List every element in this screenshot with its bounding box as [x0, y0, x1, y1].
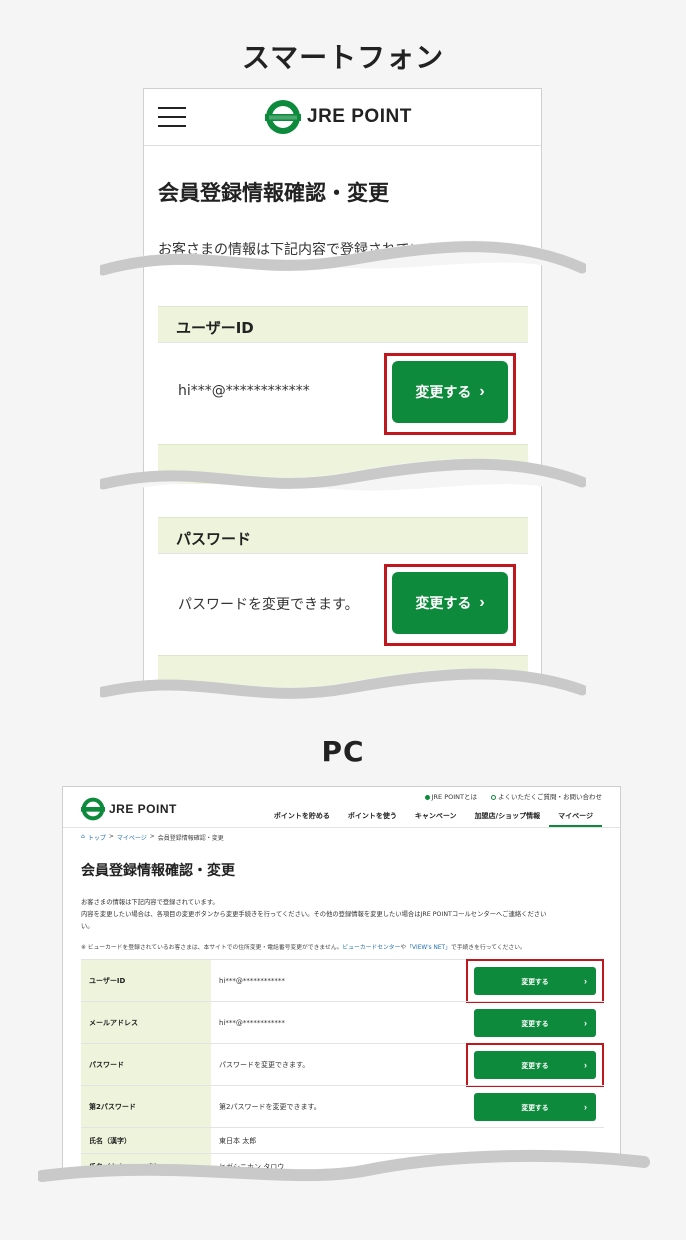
jre-mini-icon	[424, 794, 430, 800]
chevron-right-icon: ›	[584, 1102, 587, 1112]
description-line: 内容を変更したい場合は、各項目の変更ボタンから変更手続きを行ってください。その他…	[81, 911, 547, 918]
util-link-faq[interactable]: よくいただくご質問・お問い合わせ	[491, 791, 602, 801]
nav-earn-points[interactable]: ポイントを貯める	[265, 811, 339, 827]
faq-icon	[491, 794, 496, 800]
breadcrumb-current: 会員登録情報確認・変更	[157, 835, 224, 842]
cut-wave-decoration	[100, 668, 586, 710]
smartphone-mockup: JRE POINT 会員登録情報確認・変更 お客さまの情報は下記内容で登録されて…	[143, 88, 542, 698]
row-user-id: hi***@************ 変更する ›	[158, 342, 528, 442]
row-label: メールアドレス	[81, 1002, 211, 1043]
header: JRE POINT	[144, 89, 541, 146]
jre-logo-icon	[81, 797, 105, 821]
cut-wave-decoration	[100, 240, 586, 276]
util-link-about[interactable]: JRE POINTとは	[424, 791, 477, 801]
jre-point-logo[interactable]: JRE POINT	[265, 99, 412, 135]
row-label-user-id: ユーザーID	[158, 306, 528, 342]
row-label: ユーザーID	[81, 960, 211, 1001]
user-id-value: hi***@************	[178, 383, 310, 399]
jre-point-logo[interactable]: JRE POINT	[81, 797, 177, 821]
nav-shops[interactable]: 加盟店/ショップ情報	[466, 811, 550, 827]
logo-text: JRE POINT	[307, 106, 412, 127]
pc-heading: PC	[321, 735, 365, 768]
highlight-box	[466, 1043, 604, 1087]
highlight-box	[466, 959, 604, 1003]
nav-use-points[interactable]: ポイントを使う	[339, 811, 406, 827]
pc-mockup: JRE POINTとは よくいただくご質問・お問い合わせ JRE POINT ポ…	[62, 786, 621, 1176]
description-line: い。	[81, 923, 94, 930]
highlight-box	[384, 564, 516, 646]
breadcrumb: ⌂ トップ > マイページ > 会員登録情報確認・変更	[81, 833, 224, 842]
breadcrumb-mypage[interactable]: マイページ	[117, 833, 147, 842]
table-row: 第2パスワード 第2パスワードを変更できます。 変更する ›	[81, 1085, 604, 1127]
breadcrumb-top[interactable]: トップ	[88, 833, 106, 842]
row-label: 第2パスワード	[81, 1086, 211, 1127]
table-row: パスワード パスワードを変更できます。 変更する ›	[81, 1043, 604, 1087]
smartphone-heading: スマートフォン	[241, 41, 445, 74]
breadcrumb-separator: >	[149, 833, 155, 840]
link-views-net[interactable]: 「VIEW's NET」	[406, 945, 451, 951]
password-value: パスワードを変更できます。	[178, 597, 359, 613]
global-nav: ポイントを貯める ポイントを使う キャンペーン 加盟店/ショップ情報 マイページ	[265, 811, 602, 827]
chevron-right-icon: ›	[584, 1018, 587, 1028]
jre-logo-icon	[265, 100, 301, 134]
hamburger-menu-icon[interactable]	[158, 107, 186, 127]
logo-text: JRE POINT	[109, 802, 177, 816]
utility-links: JRE POINTとは よくいただくご質問・お問い合わせ	[424, 791, 602, 801]
row-password: パスワードを変更できます。 変更する ›	[158, 553, 528, 653]
home-icon[interactable]: ⌂	[81, 833, 85, 842]
divider	[63, 827, 620, 828]
breadcrumb-separator: >	[108, 833, 114, 840]
table-row: ユーザーID hi***@************ 変更する ›	[81, 959, 604, 1003]
cut-wave-decoration	[100, 458, 586, 496]
cut-wave-decoration	[38, 1149, 650, 1208]
table-row: メールアドレス hi***@************ 変更する ›	[81, 1001, 604, 1043]
row-label-password: パスワード	[158, 517, 528, 553]
highlight-box	[384, 353, 516, 435]
change-email-button[interactable]: 変更する ›	[474, 1009, 596, 1037]
description-line: お客さまの情報は下記内容で登録されています。	[81, 899, 219, 906]
page-title: 会員登録情報確認・変更	[158, 181, 389, 205]
view-card-note: ※ ビューカードを登録されているお客さまは、本サイトでの住所変更・電話番号変更が…	[81, 945, 526, 951]
nav-campaign[interactable]: キャンペーン	[406, 811, 466, 827]
change-second-password-button[interactable]: 変更する ›	[474, 1093, 596, 1121]
page-title: 会員登録情報確認・変更	[81, 863, 235, 879]
link-view-card-center[interactable]: ビューカードセンター	[342, 945, 400, 951]
nav-mypage[interactable]: マイページ	[549, 811, 602, 827]
row-label: パスワード	[81, 1044, 211, 1085]
